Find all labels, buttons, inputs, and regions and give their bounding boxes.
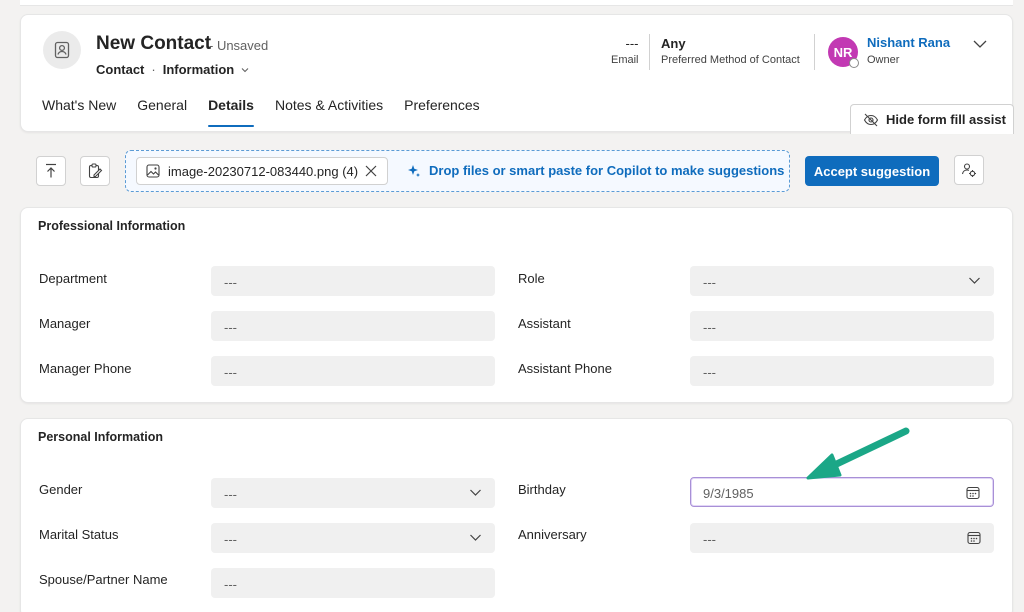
arrow-up-to-line-icon <box>46 163 56 178</box>
entity-name: Contact <box>96 62 145 77</box>
copilot-hint-text: Drop files or smart paste for Copilot to… <box>429 163 785 178</box>
clipboard-edit-icon <box>88 163 103 179</box>
gender-label: Gender <box>39 482 83 497</box>
assistant-phone-value: --- <box>703 365 716 380</box>
form-tabs: What's New General Details Notes & Activ… <box>42 97 501 127</box>
chevron-down-icon <box>470 534 481 541</box>
anniversary-date-input[interactable]: --- <box>690 523 994 553</box>
spouse-partner-label: Spouse/Partner Name <box>39 572 168 587</box>
anniversary-label: Anniversary <box>518 527 587 542</box>
image-icon <box>146 164 160 178</box>
presence-icon <box>849 58 859 68</box>
contact-method-label: Preferred Method of Contact <box>661 54 800 66</box>
tab-whats-new[interactable]: What's New <box>42 97 116 127</box>
assistant-phone-label: Assistant Phone <box>518 361 612 376</box>
email-value: --- <box>625 36 639 51</box>
eye-off-icon <box>863 113 879 126</box>
assistant-value: --- <box>703 320 716 335</box>
hide-form-fill-assist-button[interactable]: Hide form fill assist <box>850 104 1014 134</box>
marital-status-select[interactable]: --- <box>211 523 495 553</box>
attachment-name: image-20230712-083440.png (4) <box>168 163 359 179</box>
manager-input[interactable]: --- <box>211 311 495 341</box>
record-subtitle: Contact · Information <box>96 62 250 77</box>
anniversary-value: --- <box>703 532 716 547</box>
tab-notes-activities[interactable]: Notes & Activities <box>275 97 383 127</box>
close-icon[interactable] <box>364 164 378 178</box>
tab-details[interactable]: Details <box>208 97 254 127</box>
spouse-partner-input[interactable]: --- <box>211 568 495 598</box>
copilot-drop-zone[interactable]: image-20230712-083440.png (4) Drop files… <box>125 150 790 192</box>
birthday-value: 9/3/1985 <box>703 486 754 501</box>
tab-preferences[interactable]: Preferences <box>404 97 479 127</box>
manager-phone-value: --- <box>224 365 237 380</box>
birthday-label: Birthday <box>518 482 566 497</box>
role-label: Role <box>518 271 545 286</box>
section-title: Personal Information <box>38 430 164 444</box>
paste-button[interactable] <box>80 156 110 186</box>
spouse-partner-value: --- <box>224 577 237 592</box>
contact-method-value: Any <box>661 36 686 51</box>
chevron-down-icon <box>470 489 481 496</box>
header-field-email: --- Email <box>611 36 639 66</box>
marital-status-label: Marital Status <box>39 527 119 542</box>
chevron-down-icon <box>969 277 980 284</box>
role-value: --- <box>703 275 716 290</box>
assistant-phone-input[interactable]: --- <box>690 356 994 386</box>
form-selector-label: Information <box>162 62 235 77</box>
calendar-icon[interactable] <box>966 486 980 500</box>
manager-phone-input[interactable]: --- <box>211 356 495 386</box>
expand-header-button[interactable] <box>969 35 991 53</box>
contact-entity-icon <box>43 31 81 69</box>
gender-value: --- <box>224 487 237 502</box>
email-label: Email <box>611 54 639 66</box>
accept-suggestion-button[interactable]: Accept suggestion <box>805 156 939 186</box>
department-input[interactable]: --- <box>211 266 495 296</box>
copilot-hint: Drop files or smart paste for Copilot to… <box>407 163 784 178</box>
header-divider <box>649 34 650 70</box>
annotation-arrow-icon <box>806 427 910 480</box>
assistant-input[interactable]: --- <box>690 311 994 341</box>
separator: · <box>151 62 156 77</box>
manager-value: --- <box>224 320 237 335</box>
previous-card-edge <box>20 0 1013 6</box>
header-field-contact-method: Any Preferred Method of Contact <box>661 36 800 66</box>
settings-button[interactable] <box>954 155 984 185</box>
assist-label: Hide form fill assist <box>886 112 1006 127</box>
assistant-label: Assistant <box>518 316 571 331</box>
attachment-chip[interactable]: image-20230712-083440.png (4) <box>136 157 388 185</box>
collapse-button[interactable] <box>36 156 66 186</box>
record-title: New Contact <box>96 33 212 54</box>
manager-label: Manager <box>39 316 91 331</box>
professional-information-section: Professional Information Department --- … <box>20 207 1013 403</box>
owner-label: Owner <box>867 54 900 66</box>
calendar-icon[interactable] <box>967 531 981 545</box>
chevron-down-icon <box>973 40 987 48</box>
gender-select[interactable]: --- <box>211 478 495 508</box>
department-value: --- <box>224 275 237 290</box>
header-divider <box>814 34 815 70</box>
record-header: New Contact - Unsaved Contact · Informat… <box>20 14 1014 134</box>
form-selector[interactable]: Information <box>163 62 251 77</box>
marital-status-value: --- <box>224 532 237 547</box>
section-title: Professional Information <box>38 219 186 233</box>
role-select[interactable]: --- <box>690 266 994 296</box>
manager-phone-label: Manager Phone <box>39 361 132 376</box>
save-status: - Unsaved <box>209 38 269 53</box>
tab-general[interactable]: General <box>137 97 187 127</box>
sparkle-icon <box>408 164 420 177</box>
department-label: Department <box>39 271 107 286</box>
chevron-down-icon <box>241 67 249 72</box>
owner-name-link[interactable]: Nishant Rana <box>867 35 950 50</box>
person-settings-icon <box>961 163 976 177</box>
